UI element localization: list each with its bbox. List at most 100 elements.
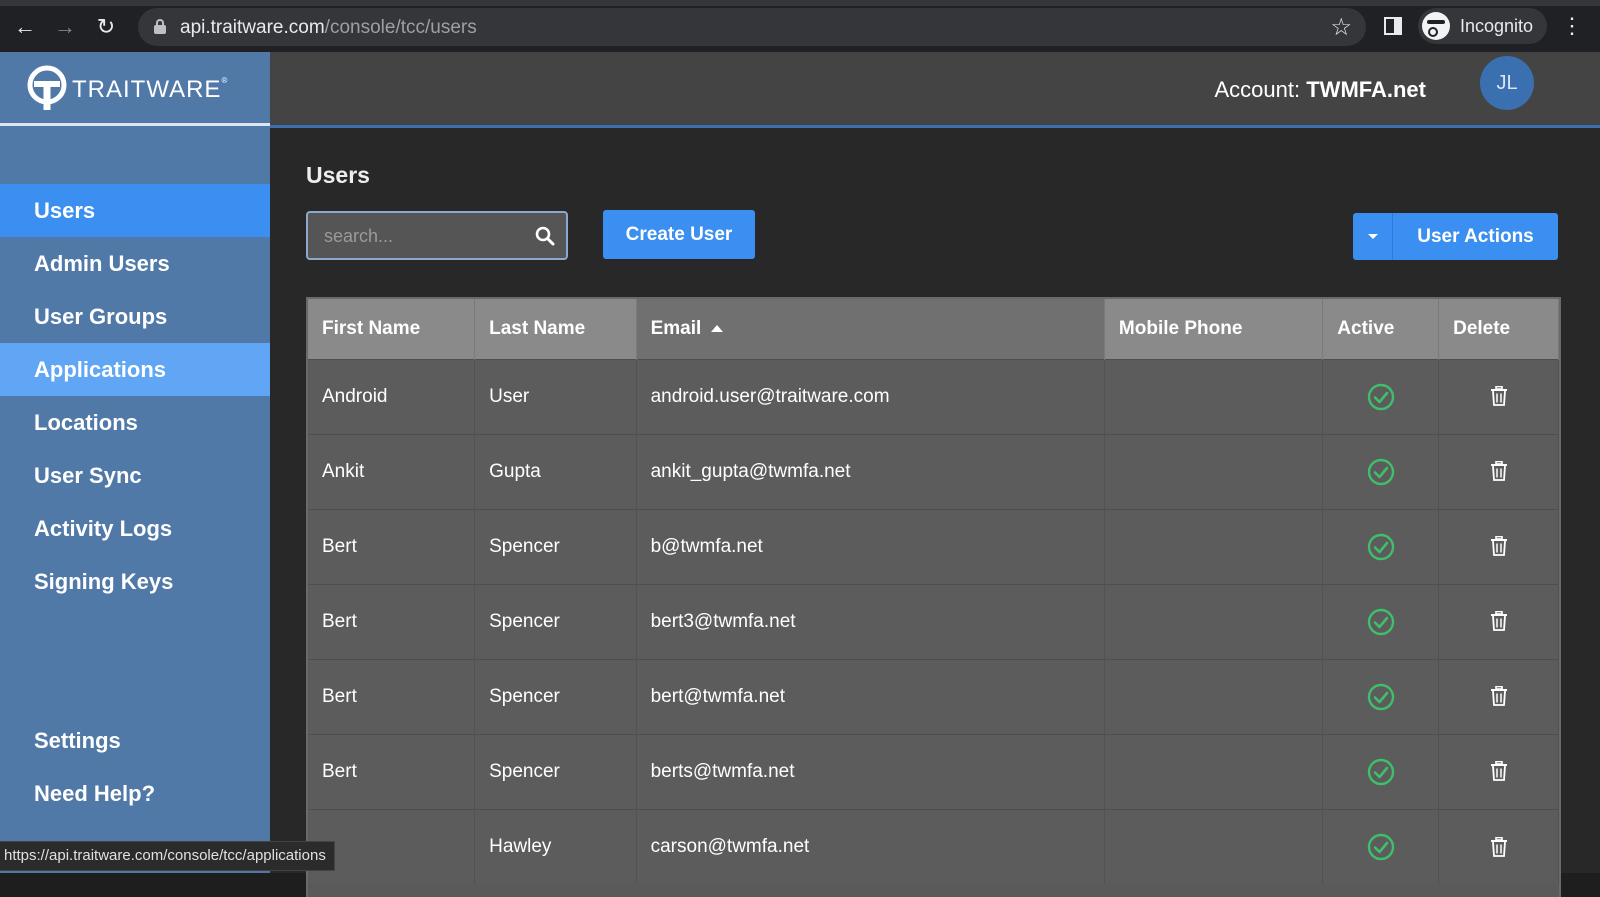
account-name: TWMFA.net [1306, 77, 1426, 102]
side-panel-icon[interactable] [1384, 17, 1402, 35]
cell-delete [1438, 508, 1559, 584]
more-icon[interactable]: ⋮ [1561, 14, 1583, 38]
cell-last-name: Spencer [474, 508, 637, 584]
cell-mobile-phone [1104, 583, 1324, 659]
cell-email: bert3@twmfa.net [636, 583, 1105, 659]
column-header-email[interactable]: Email [636, 299, 1105, 359]
incognito-indicator[interactable]: Incognito [1418, 8, 1548, 44]
sidebar-item-user-sync[interactable]: User Sync [0, 449, 270, 502]
url-path: /console/tcc/users [324, 17, 477, 38]
search-input[interactable] [324, 223, 524, 249]
cell-first-name: Android [308, 358, 476, 434]
trash-icon[interactable] [1490, 761, 1508, 782]
cell-email: ankit_gupta@twmfa.net [636, 433, 1105, 509]
cell-last-name: Gupta [474, 433, 637, 509]
trash-icon[interactable] [1490, 386, 1508, 407]
cell-active [1322, 508, 1440, 584]
app-header: Account: TWMFA.net JL [270, 52, 1600, 128]
column-label: Email [650, 317, 702, 339]
url-text[interactable]: api.traitware.com/console/tcc/users [180, 17, 477, 39]
back-icon[interactable]: ← [12, 14, 38, 40]
cell-active [1322, 433, 1440, 509]
sidebar: TRAITWARE® Users Admin Users User Groups… [0, 52, 270, 873]
column-header-first-name[interactable]: First Name [308, 299, 476, 359]
trash-icon[interactable] [1490, 836, 1508, 857]
column-label: Delete [1453, 317, 1511, 339]
column-header-mobile-phone[interactable]: Mobile Phone [1104, 299, 1324, 359]
cell-first-name: Bert [308, 658, 476, 734]
column-label: First Name [322, 317, 421, 339]
sidebar-item-need-help[interactable]: Need Help? [0, 767, 270, 820]
cell-mobile-phone [1104, 658, 1324, 734]
trash-icon[interactable] [1490, 536, 1508, 557]
sidebar-item-activity-logs[interactable]: Activity Logs [0, 502, 270, 555]
tab-strip [0, 0, 1600, 6]
cell-active [1322, 358, 1440, 434]
registered-mark: ® [221, 76, 229, 85]
column-header-last-name[interactable]: Last Name [474, 299, 637, 359]
user-actions-label: User Actions [1417, 226, 1534, 247]
trash-icon[interactable] [1490, 686, 1508, 707]
cell-mobile-phone [1104, 508, 1324, 584]
sidebar-item-admin-users[interactable]: Admin Users [0, 237, 270, 290]
address-bar[interactable]: api.traitware.com/console/tcc/users ☆ [138, 8, 1366, 46]
sidebar-bottom-menu: Settings Need Help? [0, 714, 270, 820]
sidebar-item-users[interactable]: Users [0, 184, 270, 237]
cell-email: berts@twmfa.net [636, 733, 1105, 809]
search-box[interactable] [306, 211, 568, 260]
create-user-button[interactable]: Create User [603, 210, 755, 259]
cell-email: android.user@traitware.com [636, 358, 1105, 434]
main-content: Users Create User User Actions First Nam… [270, 128, 1600, 897]
incognito-label: Incognito [1460, 16, 1534, 36]
reload-icon[interactable]: ↻ [93, 14, 119, 40]
cell-mobile-phone [1104, 433, 1324, 509]
sort-asc-icon [711, 325, 724, 333]
table-row[interactable]: Bert Spencer b@twmfa.net [308, 508, 1559, 584]
search-icon[interactable] [534, 225, 556, 247]
cell-email: b@twmfa.net [636, 508, 1105, 584]
sidebar-item-user-groups[interactable]: User Groups [0, 290, 270, 343]
cell-last-name: Spencer [474, 733, 637, 809]
cell-delete [1438, 583, 1559, 659]
star-icon[interactable]: ☆ [1330, 13, 1352, 42]
brand-name: TRAITWARE® [72, 76, 228, 104]
cell-first-name: Bert [308, 583, 476, 659]
table-row[interactable]: Android User android.user@traitware.com [308, 358, 1559, 434]
cell-delete [1438, 358, 1559, 434]
sidebar-item-locations[interactable]: Locations [0, 396, 270, 449]
sidebar-item-settings[interactable]: Settings [0, 714, 270, 767]
caret-down-icon[interactable] [1353, 213, 1393, 260]
sidebar-item-applications[interactable]: Applications [0, 343, 270, 396]
trash-icon[interactable] [1490, 611, 1508, 632]
cell-last-name: Spencer [474, 583, 637, 659]
trash-icon[interactable] [1490, 461, 1508, 482]
table-row[interactable]: Ankit Gupta ankit_gupta@twmfa.net [308, 433, 1559, 509]
check-circle-icon [1367, 758, 1394, 785]
table-row[interactable]: Bert Spencer berts@twmfa.net [308, 733, 1559, 809]
avatar[interactable]: JL [1480, 56, 1534, 110]
cell-active [1322, 658, 1440, 734]
user-actions-button[interactable]: User Actions [1353, 213, 1558, 260]
forward-icon[interactable]: → [52, 14, 78, 40]
check-circle-icon [1367, 383, 1394, 410]
column-label: Active [1337, 317, 1395, 339]
sidebar-item-signing-keys[interactable]: Signing Keys [0, 555, 270, 608]
cell-email: bert@twmfa.net [636, 658, 1105, 734]
check-circle-icon [1367, 683, 1394, 710]
table-body: Android User android.user@traitware.com Ank… [308, 358, 1559, 884]
url-host: api.traitware.com [180, 17, 325, 38]
cell-first-name: Ankit [308, 433, 476, 509]
table-row[interactable]: Bert Spencer bert3@twmfa.net [308, 583, 1559, 659]
incognito-icon [1422, 12, 1450, 40]
check-circle-icon [1367, 608, 1394, 635]
cell-mobile-phone [1104, 358, 1324, 434]
check-circle-icon [1367, 533, 1394, 560]
status-bar-url: https://api.traitware.com/console/tcc/ap… [0, 841, 335, 871]
account-label: Account: TWMFA.net [1215, 77, 1427, 103]
column-header-active[interactable]: Active [1322, 299, 1440, 359]
lock-icon[interactable] [154, 19, 166, 34]
table-row[interactable]: Bert Spencer bert@twmfa.net [308, 658, 1559, 734]
browser-toolbar: ← → ↻ api.traitware.com/console/tcc/user… [0, 0, 1600, 52]
cell-delete [1438, 733, 1559, 809]
brand-header[interactable]: TRAITWARE® [0, 52, 270, 126]
